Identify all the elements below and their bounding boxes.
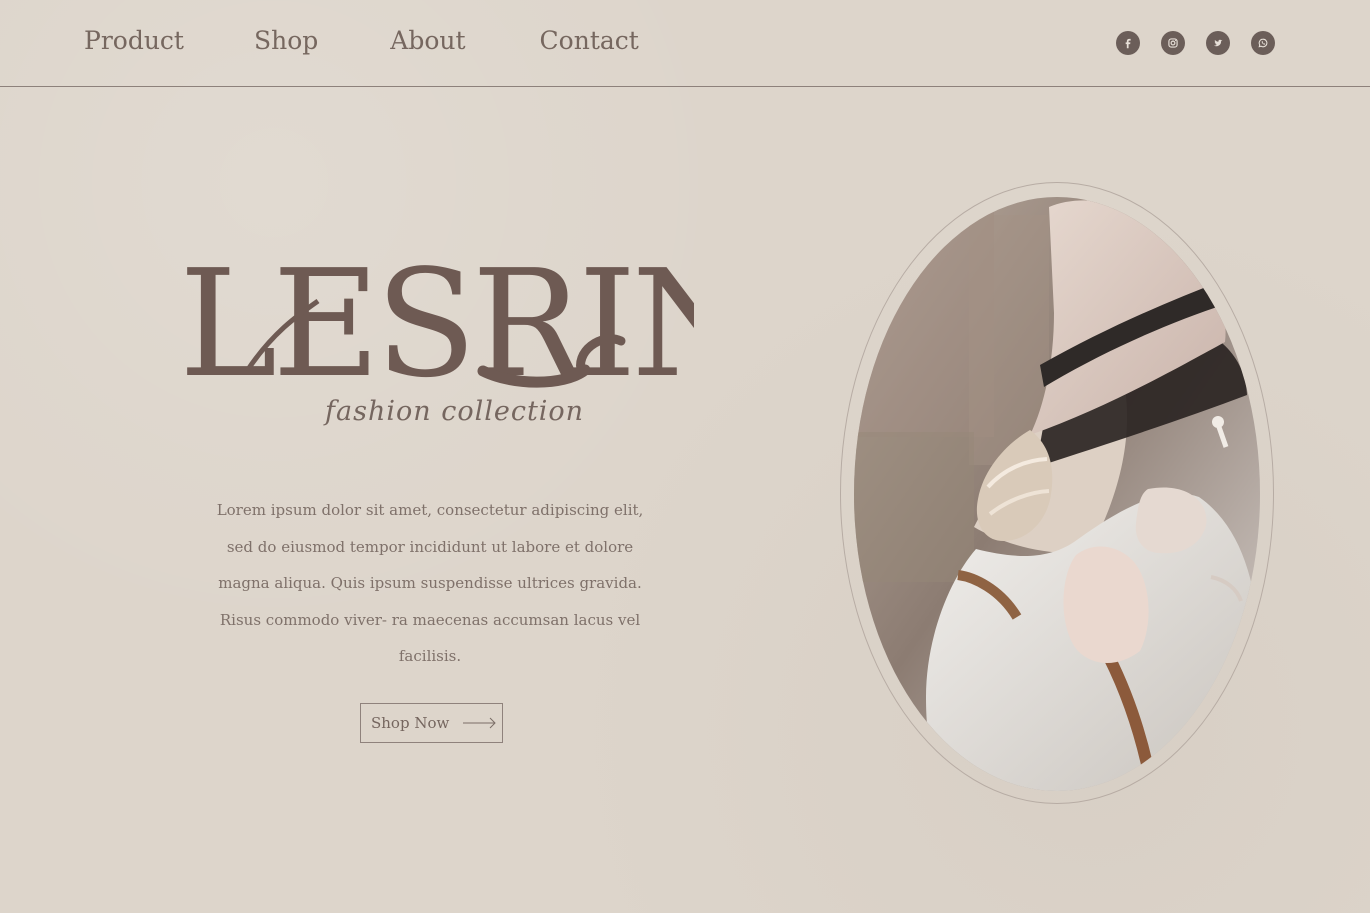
nav-contact-link[interactable]: Contact	[540, 26, 639, 55]
top-navigation: Product Shop About Contact	[0, 0, 1370, 87]
hero-description: Lorem ipsum dolor sit amet, consectetur …	[216, 501, 644, 665]
nav-about-link[interactable]: About	[390, 26, 465, 55]
hero-photo	[854, 197, 1260, 791]
nav-links: Product Shop About Contact	[84, 26, 709, 55]
social-links	[1116, 31, 1275, 55]
nav-product-link[interactable]: Product	[84, 26, 184, 55]
whatsapp-icon[interactable]	[1251, 31, 1275, 55]
brand-logo: LESRIN	[174, 243, 694, 393]
hero-image-frame	[840, 182, 1274, 804]
arrow-right-icon	[463, 717, 497, 729]
shop-now-button[interactable]: Shop Now	[360, 703, 503, 743]
tagline: fashion collection	[325, 396, 585, 427]
shop-now-label: Shop Now	[371, 714, 450, 732]
instagram-icon[interactable]	[1161, 31, 1185, 55]
landing-page: Product Shop About Contact LESRI fashion…	[0, 0, 1370, 913]
twitter-icon[interactable]	[1206, 31, 1230, 55]
facebook-icon[interactable]	[1116, 31, 1140, 55]
svg-text:LESRIN: LESRIN	[179, 243, 694, 393]
nav-shop-link[interactable]: Shop	[254, 26, 318, 55]
